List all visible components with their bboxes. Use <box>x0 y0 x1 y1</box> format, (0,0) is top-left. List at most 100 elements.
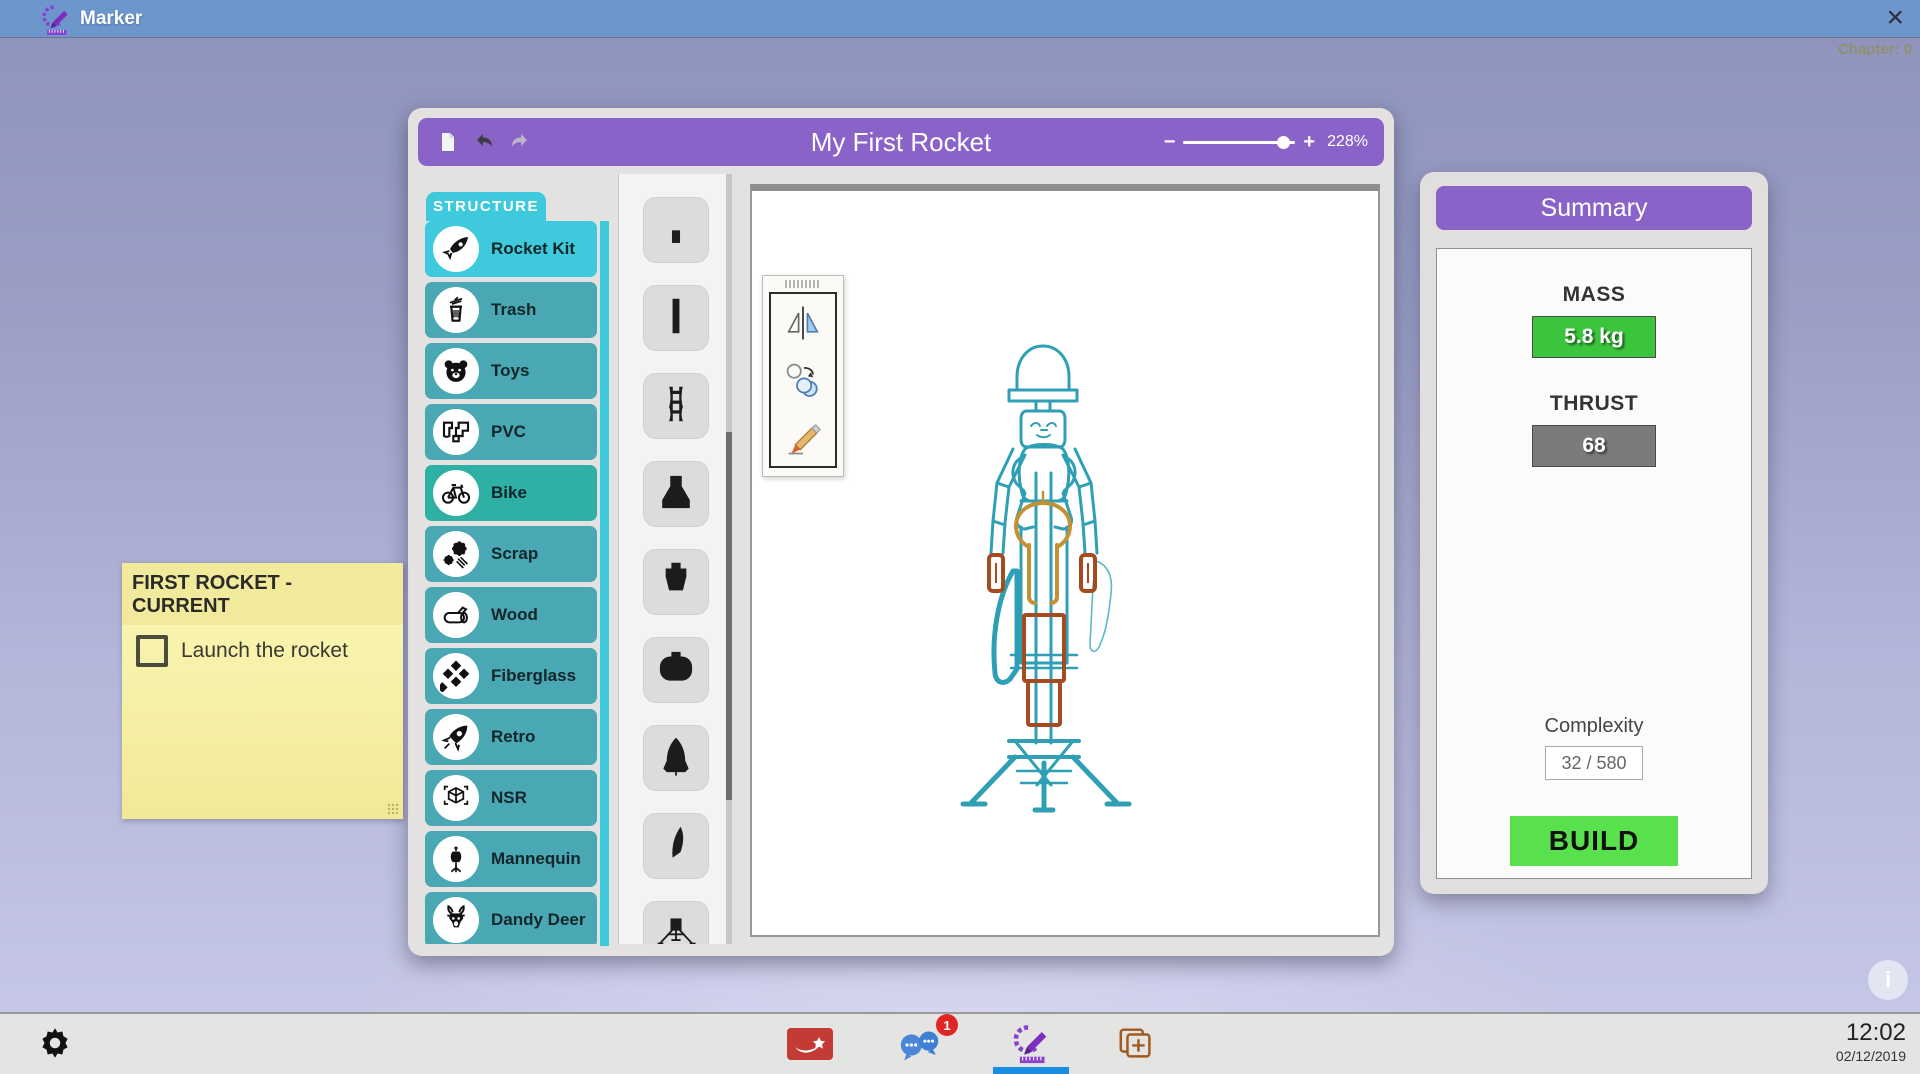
summary-panel: Summary MASS 5.8 kg THRUST 68 Complexity… <box>1420 172 1768 894</box>
clock-time: 12:02 <box>1836 1019 1906 1047</box>
part-tile[interactable] <box>644 462 708 526</box>
desktop: Marker × Chapter: 0 My First Rocket − + … <box>0 0 1920 1074</box>
gears-icon <box>433 531 479 577</box>
teddy-bear-icon <box>433 348 479 394</box>
retro-rocket-icon <box>433 714 479 760</box>
clone-tool-icon[interactable] <box>781 358 825 402</box>
sidebar-accent-strip <box>600 221 609 946</box>
category-item[interactable]: Fiberglass <box>425 648 597 704</box>
notification-badge: 1 <box>936 1014 958 1036</box>
mannequin-icon <box>433 836 479 882</box>
rocket-icon <box>433 226 479 272</box>
zoom-slider-handle[interactable] <box>1277 136 1290 149</box>
sticky-note[interactable]: FIRST ROCKET - CURRENT Launch the rocket <box>122 563 403 819</box>
part-tile[interactable] <box>644 198 708 262</box>
launch-checkbox[interactable] <box>136 635 168 667</box>
part-tank <box>653 557 699 608</box>
flip-tool-icon[interactable] <box>781 301 825 345</box>
parts-palette <box>618 174 732 944</box>
rocket-drawing[interactable] <box>951 333 1141 823</box>
clock[interactable]: 12:02 02/12/2019 <box>1836 1019 1906 1064</box>
info-button[interactable]: i <box>1868 960 1908 1000</box>
eraser-tool-icon[interactable] <box>781 415 825 459</box>
part-body-tube <box>653 293 699 344</box>
part-fin <box>653 821 699 872</box>
palette-drag-handle[interactable] <box>785 280 821 288</box>
complexity-label: Complexity <box>1437 715 1751 738</box>
marker-app-icon[interactable] <box>1008 1022 1054 1066</box>
editor-window: My First Rocket − + 228% STRUCTURE Rocke… <box>408 108 1394 956</box>
settings-gear-icon[interactable] <box>34 1022 76 1064</box>
thrust-value: 68 <box>1532 425 1656 467</box>
zoom-slider[interactable] <box>1183 141 1295 144</box>
palette-scrollbar[interactable] <box>726 174 732 944</box>
part-landing-gear <box>653 909 699 945</box>
task-label: Launch the rocket <box>181 639 348 663</box>
app-title: Marker <box>80 8 142 30</box>
bicycle-icon <box>433 470 479 516</box>
part-tile[interactable] <box>644 374 708 438</box>
part-tile[interactable] <box>644 638 708 702</box>
part-tile[interactable] <box>644 286 708 350</box>
dock: 1 <box>786 1014 1158 1074</box>
copy-app-icon[interactable] <box>1116 1022 1158 1066</box>
chat-app-icon[interactable]: 1 <box>896 1022 946 1066</box>
category-item[interactable]: Mannequin <box>425 831 597 887</box>
category-sidebar: STRUCTURE Rocket Kit Trash Toys <box>420 174 609 944</box>
part-tile[interactable] <box>644 726 708 790</box>
mass-label: MASS <box>1437 283 1751 307</box>
summary-body: MASS 5.8 kg THRUST 68 Complexity 32 / 58… <box>1436 248 1752 879</box>
part-nozzle <box>653 469 699 520</box>
sticky-note-title: FIRST ROCKET - CURRENT <box>122 563 403 625</box>
window-body: STRUCTURE Rocket Kit Trash Toys <box>420 174 1382 944</box>
category-list: Rocket Kit Trash Toys PVC Bike <box>425 221 597 944</box>
resize-grip-icon[interactable] <box>387 803 399 815</box>
clock-date: 02/12/2019 <box>1836 1048 1906 1064</box>
category-item[interactable]: Retro <box>425 709 597 765</box>
part-capsule-fairing <box>653 733 699 784</box>
zoom-level: 228% <box>1327 133 1368 151</box>
category-item[interactable]: Toys <box>425 343 597 399</box>
complexity-value: 32 / 580 <box>1545 746 1643 780</box>
category-item[interactable]: Dandy Deer <box>425 892 597 944</box>
pipes-icon <box>433 409 479 455</box>
marker-logo-icon <box>1008 1022 1054 1066</box>
tab-structure[interactable]: STRUCTURE <box>426 192 546 221</box>
category-item[interactable]: NSR <box>425 770 597 826</box>
drawing-canvas[interactable] <box>750 184 1380 937</box>
part-truss <box>653 381 699 432</box>
taskbar: 1 12:02 02/12/2019 <box>0 1012 1920 1074</box>
summary-title: Summary <box>1436 186 1752 230</box>
trash-icon <box>433 287 479 333</box>
weave-icon <box>433 653 479 699</box>
cube-icon <box>433 775 479 821</box>
active-app-indicator <box>993 1067 1069 1074</box>
build-button[interactable]: BUILD <box>1510 816 1678 866</box>
deer-icon <box>433 897 479 943</box>
close-icon[interactable]: × <box>1886 0 1904 36</box>
part-tile[interactable] <box>644 550 708 614</box>
category-item[interactable]: Scrap <box>425 526 597 582</box>
zoom-in-button[interactable]: + <box>1303 131 1315 154</box>
category-item[interactable]: Trash <box>425 282 597 338</box>
zoom-out-button[interactable]: − <box>1164 131 1176 154</box>
chapter-label: Chapter: 0 <box>1838 41 1912 58</box>
part-tube-end <box>653 205 699 256</box>
window-titlebar: My First Rocket − + 228% <box>418 118 1384 166</box>
part-tile[interactable] <box>644 814 708 878</box>
category-item[interactable]: Wood <box>425 587 597 643</box>
category-item[interactable]: Rocket Kit <box>425 221 597 277</box>
mass-value: 5.8 kg <box>1532 316 1656 358</box>
category-item[interactable]: PVC <box>425 404 597 460</box>
task-row[interactable]: Launch the rocket <box>136 635 403 667</box>
marker-logo-icon <box>38 3 72 35</box>
chili-app-icon[interactable] <box>786 1022 834 1066</box>
category-item[interactable]: Bike <box>425 465 597 521</box>
thrust-label: THRUST <box>1437 392 1751 416</box>
top-bar: Marker × <box>0 0 1920 37</box>
part-tile[interactable] <box>644 902 708 944</box>
log-icon <box>433 592 479 638</box>
palette-scrollbar-thumb[interactable] <box>726 432 732 800</box>
floating-tool-palette[interactable] <box>762 275 844 477</box>
part-dome-tank <box>653 645 699 696</box>
